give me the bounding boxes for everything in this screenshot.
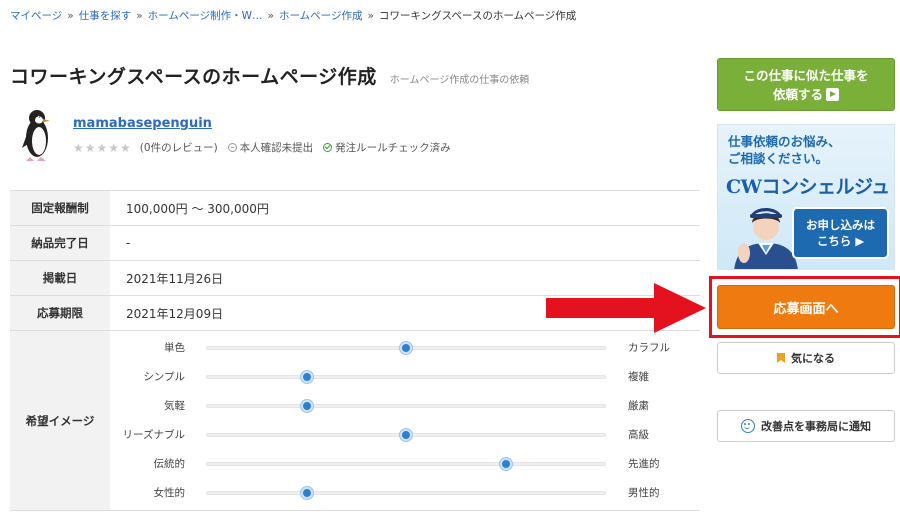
title-row: コワーキングスペースのホームページ作成 ホームページ作成の仕事の依頼 [10,62,529,89]
slider-right-label: 高級 [628,429,649,441]
client-info: mamabasepenguin ★★★★★ (0件のレビュー) 本人確認未提出 … [18,108,518,168]
detail-value: - [126,236,131,250]
banner-cta-line2: こちら ▶ [816,234,865,248]
favorite-button[interactable]: 気になる [717,342,895,374]
image-slider-row: 気軽 厳粛 [110,397,700,413]
breadcrumb-homepage[interactable]: ホームページ作成 [279,10,362,22]
detail-label: 掲載日 [10,261,110,295]
image-slider-row: 単色 カラフル [110,339,700,355]
slider-right-label: 厳粛 [628,400,649,412]
request-similar-line2-wrap: 依頼する [718,85,894,104]
check-circle-icon [323,143,333,152]
request-similar-job-button[interactable]: この仕事に似た仕事を 依頼する [717,58,895,111]
detail-value: 100,000円 ～ 300,000円 [126,201,269,216]
client-name-link[interactable]: mamabasepenguin [73,116,212,131]
banner-line2: ご相談ください。 [728,151,829,166]
rating-stars: ★★★★★ [73,140,132,155]
slider-knob [400,342,412,354]
report-improvement-button[interactable]: 改善点を事務局に通知 [717,410,895,442]
review-count[interactable]: (0件のレビュー) [140,140,218,155]
identity-status-icon [227,143,237,152]
slider-left-label: 伝統的 [153,458,186,470]
breadcrumb: マイページ » 仕事を探す » ホームページ制作・W… » ホームページ作成 » コワーキングス… [10,8,576,23]
breadcrumb-mypage[interactable]: マイページ [10,10,62,22]
client-meta: ★★★★★ (0件のレビュー) 本人確認未提出 発注ルールチェック済み [73,140,451,155]
page-subtitle: ホームページ作成の仕事の依頼 [389,75,530,86]
report-label: 改善点を事務局に通知 [761,420,871,433]
image-slider-row: 女性的 男性的 [110,484,700,500]
banner-text: 仕事依頼のお悩み、 ご相談ください。 [728,133,841,167]
favorite-label: 気になる [791,352,835,365]
breadcrumb-separator: » [367,10,374,22]
breadcrumb-separator: » [267,10,274,22]
breadcrumb-current: コワーキングスペースのホームページ作成 [378,10,577,22]
detail-row-delivery: 納品完了日 - [10,226,700,261]
smile-icon [741,419,755,433]
banner-line1: 仕事依頼のお悩み、 [728,134,841,149]
breadcrumb-find-jobs[interactable]: 仕事を探す [79,10,132,22]
image-slider-row: 伝統的 先進的 [110,455,700,471]
request-similar-line2: 依頼する [772,87,823,102]
detail-label: 納品完了日 [10,226,110,260]
banner-cta-line1: お申し込みは [806,218,875,232]
slider-left-label: 気軽 [164,400,185,412]
slider-right-label: 複雑 [628,371,649,383]
slider-knob [300,371,313,383]
slider-track [206,400,606,412]
rule-check-status: 発注ルールチェック済み [323,140,451,155]
slider-right-label: カラフル [628,342,670,354]
detail-row-image: 希望イメージ 単色 カラフルシンプル 複雑気軽 厳粛リーズナブル 高級伝統的 先進的女性的… [10,331,700,511]
detail-label: 固定報酬制 [10,191,110,225]
slider-track [206,371,606,383]
banner-apply-button[interactable]: お申し込みは こちら ▶ [792,207,889,259]
slider-left-label: シンプル [143,371,185,383]
breadcrumb-web-production[interactable]: ホームページ制作・W… [148,10,263,22]
bookmark-icon [777,353,785,363]
image-slider-row: シンプル 複雑 [110,368,700,384]
slider-knob [300,487,313,499]
slider-right-label: 男性的 [628,487,660,499]
job-details-table: 固定報酬制 100,000円 ～ 300,000円 納品完了日 - 掲載日 20… [10,190,700,511]
slider-track [206,342,606,354]
breadcrumb-separator: » [136,10,143,22]
rule-check-label: 発注ルールチェック済み [335,142,451,154]
slider-right-label: 先進的 [628,458,660,470]
breadcrumb-separator: » [67,10,74,22]
image-sliders: 単色 カラフルシンプル 複雑気軽 厳粛リーズナブル 高級伝統的 先進的女性的 男性的 [110,331,700,510]
slider-knob [400,429,412,441]
detail-row-fee: 固定報酬制 100,000円 ～ 300,000円 [10,191,700,226]
request-similar-line1: この仕事に似た仕事を [743,68,869,83]
slider-track [206,458,606,470]
play-icon [826,88,839,101]
slider-track [206,487,606,499]
slider-knob [499,458,512,470]
detail-label: 応募期限 [10,296,110,330]
slider-track [206,429,606,441]
detail-label: 希望イメージ [10,331,110,510]
arrow-annotation [546,283,706,333]
identity-status: 本人確認未提出 [227,140,314,155]
apply-button[interactable]: 応募画面へ [717,285,895,329]
page-title: コワーキングスペースのホームページ作成 [10,66,377,88]
penguin-avatar[interactable] [18,108,56,164]
slider-left-label: 女性的 [153,487,186,499]
slider-left-label: 単色 [164,342,185,354]
identity-status-label: 本人確認未提出 [239,142,314,154]
slider-left-label: リーズナブル [122,429,185,441]
concierge-banner[interactable]: 仕事依頼のお悩み、 ご相談ください。 CWコンシェルジュ お申し込みは こちら … [717,124,895,270]
slider-knob [300,400,313,412]
image-slider-row: リーズナブル 高級 [110,426,700,442]
